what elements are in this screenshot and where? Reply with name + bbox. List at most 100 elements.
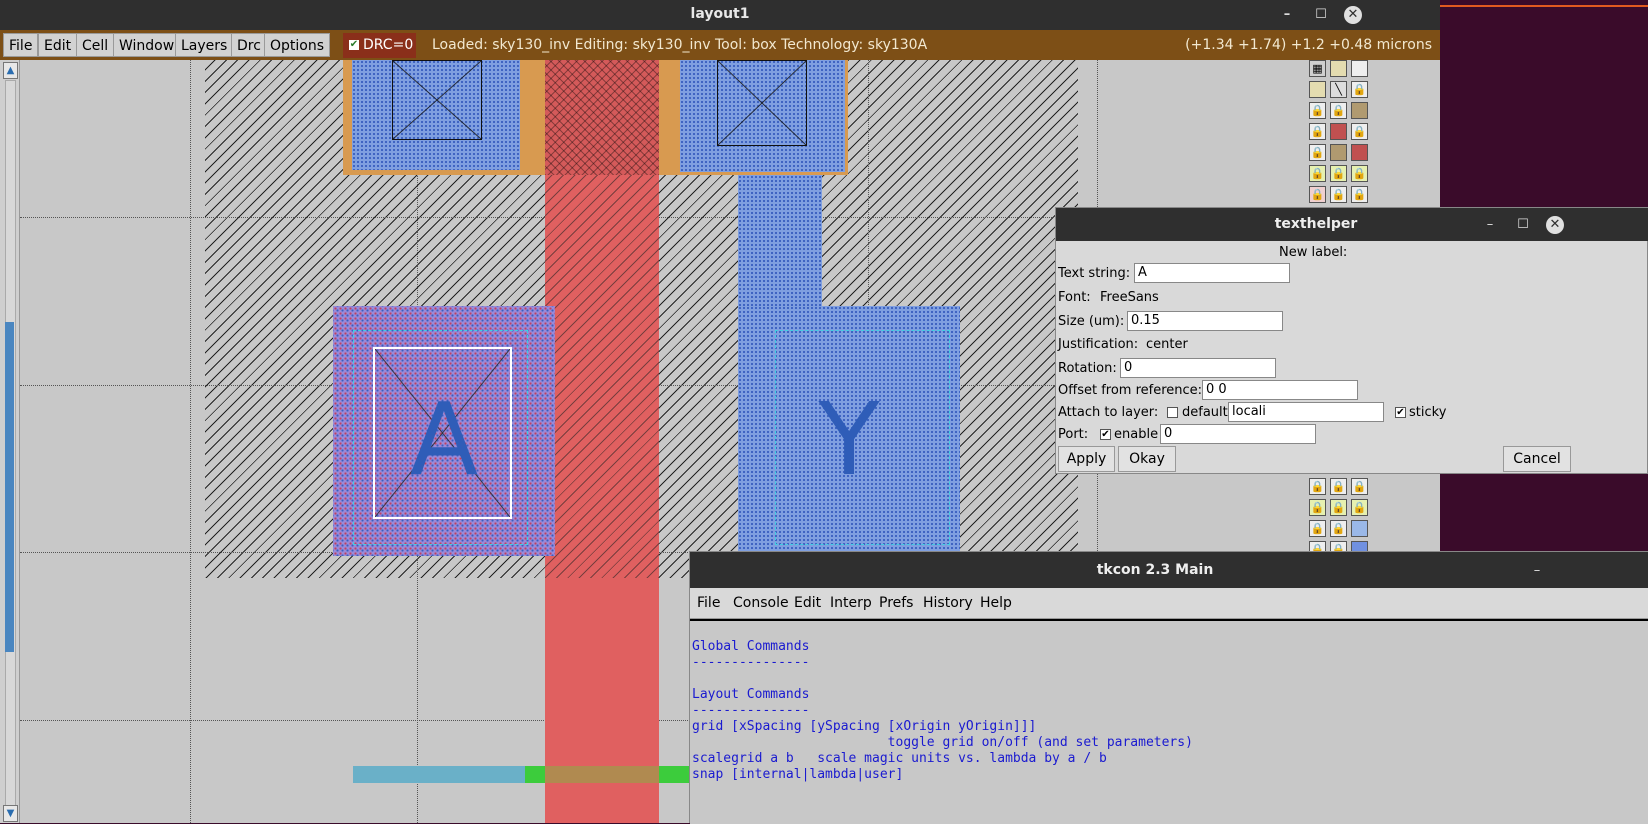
maximize-icon[interactable]: ☐ (1514, 216, 1532, 234)
lock-icon[interactable]: 🔒 (1351, 186, 1368, 203)
menu-options[interactable]: Options (264, 33, 331, 57)
layout-menubar: File Edit Cell Window Layers Drc Options… (0, 30, 1440, 60)
lock-icon[interactable]: 🔒 (1330, 520, 1347, 537)
lock-icon[interactable]: 🔒 (1309, 186, 1326, 203)
port-label: Port: (1058, 427, 1089, 442)
lock-icon[interactable]: 🔒 (1330, 186, 1347, 203)
tkcon-console[interactable]: Global Commands --------------- Layout C… (690, 619, 1648, 824)
offset-label: Offset from reference: (1058, 383, 1203, 398)
tkcon-menu-file[interactable]: File (697, 595, 720, 611)
menu-edit[interactable]: Edit (38, 33, 78, 57)
scrollbar-thumb[interactable] (5, 322, 14, 652)
minimize-icon[interactable]: – (1278, 6, 1296, 24)
bottom-locali (353, 766, 525, 783)
lock-icon[interactable]: 🔒 (1330, 102, 1347, 119)
size-label: Size (um): (1058, 314, 1125, 329)
okay-button[interactable]: Okay (1118, 446, 1176, 472)
menu-file[interactable]: File (3, 33, 39, 57)
justification-value[interactable]: center (1146, 337, 1188, 352)
lock-icon[interactable]: 🔒 (1351, 123, 1368, 140)
tkcon-title: tkcon 2.3 Main (1096, 562, 1214, 578)
layer-input[interactable]: locali (1228, 402, 1384, 422)
lock-icon[interactable]: 🔒 (1330, 499, 1347, 516)
tkcon-menu-history[interactable]: History (923, 595, 973, 611)
size-input[interactable]: 0.15 (1127, 311, 1283, 331)
layer-swatch[interactable] (1351, 144, 1368, 161)
texthelper-dialog: texthelper – ☐ ✕ New label: Text string:… (1055, 207, 1648, 474)
lock-icon[interactable]: 🔒 (1309, 499, 1326, 516)
sticky-checkbox[interactable]: ✔ (1395, 407, 1406, 418)
lock-icon[interactable]: 🔒 (1351, 499, 1368, 516)
tkcon-window: tkcon 2.3 Main – File Console Edit Inter… (689, 551, 1648, 824)
lock-icon[interactable]: 🔒 (1351, 478, 1368, 495)
close-icon[interactable]: ✕ (1344, 6, 1362, 24)
enable-label: enable (1114, 427, 1159, 442)
console-line: scalegrid a b scale magic units vs. lamb… (692, 751, 1107, 766)
lock-icon[interactable]: 🔒 (1351, 165, 1368, 182)
layer-swatch[interactable] (1330, 60, 1347, 77)
minimize-icon[interactable]: – (1528, 562, 1546, 580)
lock-icon[interactable]: 🔒 (1330, 165, 1347, 182)
bottom-diff (525, 766, 545, 783)
layout-window-title: layout1 (690, 6, 750, 22)
checkbox-icon: ✔ (349, 39, 359, 50)
console-line: toggle grid on/off (and set parameters) (692, 735, 1193, 750)
lock-icon[interactable]: 🔒 (1309, 102, 1326, 119)
lock-icon[interactable]: 🔒 (1309, 144, 1326, 161)
tkcon-menu-interp[interactable]: Interp (830, 595, 872, 611)
lock-icon[interactable]: 🔒 (1351, 81, 1368, 98)
tkcon-menubar: File Console Edit Interp Prefs History H… (690, 588, 1648, 619)
sticky-label: sticky (1409, 405, 1447, 420)
justification-label: Justification: (1058, 337, 1139, 352)
lock-icon[interactable]: 🔒 (1309, 123, 1326, 140)
console-line: --------------- (692, 703, 810, 718)
menu-layers[interactable]: Layers (175, 33, 234, 57)
layer-swatch[interactable] (1351, 102, 1368, 119)
maximize-icon[interactable]: ☐ (1312, 6, 1330, 24)
layer-swatch[interactable] (1309, 81, 1326, 98)
scroll-down-icon[interactable]: ▼ (3, 805, 18, 822)
layer-swatch[interactable] (1351, 520, 1368, 537)
rotation-input[interactable]: 0 (1120, 358, 1276, 378)
label-a[interactable]: A (333, 390, 555, 490)
tkcon-menu-edit[interactable]: Edit (794, 595, 821, 611)
tkcon-menu-help[interactable]: Help (980, 595, 1012, 611)
layer-swatch[interactable] (1330, 123, 1347, 140)
attach-label: Attach to layer: (1058, 405, 1159, 420)
layer-swatch[interactable]: ▦ (1309, 60, 1326, 77)
port-enable-checkbox[interactable]: ✔ (1100, 429, 1111, 440)
layout-titlebar: layout1 – ☐ ✕ (0, 0, 1440, 30)
layer-swatch[interactable]: ╲ (1330, 81, 1347, 98)
coordinate-readout: (+1.34 +1.74) +1.2 +0.48 microns (1185, 37, 1432, 53)
poly-over-diff (545, 60, 659, 175)
tkcon-menu-prefs[interactable]: Prefs (879, 595, 913, 611)
offset-input[interactable]: 0 0 (1202, 380, 1358, 400)
lock-icon[interactable]: 🔒 (1309, 478, 1326, 495)
drc-status-toggle[interactable]: ✔ DRC=0 (343, 33, 416, 58)
bottom-poly (545, 766, 659, 783)
new-label-heading: New label: (1279, 245, 1348, 260)
tkcon-menu-console[interactable]: Console (733, 595, 789, 611)
scroll-up-icon[interactable]: ▲ (3, 62, 18, 79)
apply-button[interactable]: Apply (1058, 446, 1115, 472)
lock-icon[interactable]: 🔒 (1309, 165, 1326, 182)
grid-line (190, 60, 191, 823)
layer-swatch[interactable] (1351, 60, 1368, 77)
lock-icon[interactable]: 🔒 (1309, 520, 1326, 537)
close-icon[interactable]: ✕ (1546, 216, 1564, 234)
menu-cell[interactable]: Cell (76, 33, 115, 57)
text-string-label: Text string: (1058, 266, 1131, 281)
label-y[interactable]: Y (738, 390, 960, 490)
port-input[interactable]: 0 (1160, 424, 1316, 444)
lock-icon[interactable]: 🔒 (1330, 478, 1347, 495)
menu-drc[interactable]: Drc (231, 33, 267, 57)
text-string-input[interactable]: A (1134, 263, 1290, 283)
contact-box (717, 60, 807, 146)
menu-window[interactable]: Window (113, 33, 181, 57)
default-checkbox[interactable] (1167, 407, 1178, 418)
minimize-icon[interactable]: – (1481, 216, 1499, 234)
layer-swatch[interactable] (1330, 144, 1347, 161)
font-value[interactable]: FreeSans (1100, 290, 1159, 305)
vertical-scrollbar[interactable]: ▲ ▼ (0, 60, 20, 823)
cancel-button[interactable]: Cancel (1503, 446, 1571, 472)
